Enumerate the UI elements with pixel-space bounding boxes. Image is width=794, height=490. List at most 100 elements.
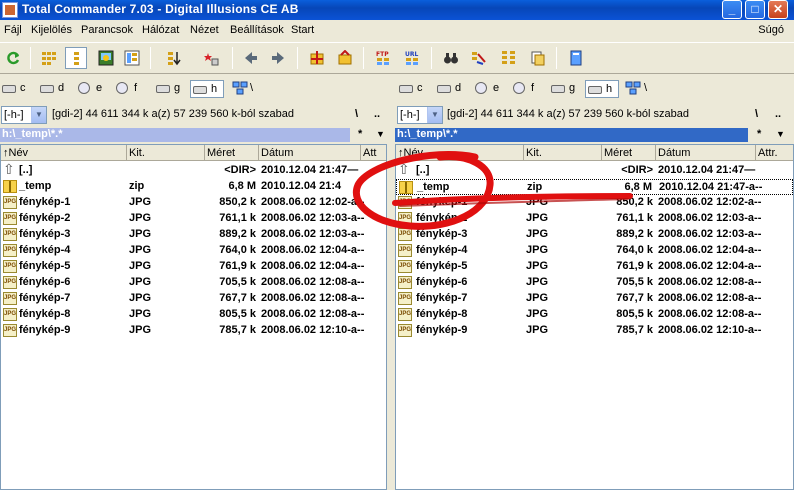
column-date[interactable]: Dátum	[259, 145, 361, 161]
column-attr[interactable]: Att	[361, 145, 386, 161]
chevron-down-icon[interactable]: ▼	[776, 129, 785, 139]
drive-f[interactable]: f	[114, 80, 148, 98]
left-path[interactable]: h:\_temp\*.*	[0, 128, 350, 142]
left-drive-combo[interactable]: [-h-] ▼	[1, 106, 47, 124]
file-row[interactable]: fénykép-8 JPG 805,5 k 2008.06.02 12:08-a--	[396, 307, 793, 323]
file-row[interactable]: _temp zip 6,8 M 2010.12.04 21:47-a--	[396, 179, 793, 195]
drive-d[interactable]: d	[38, 80, 72, 98]
file-row[interactable]: fénykép-7 JPG 767,7 k 2008.06.02 12:08-a--	[396, 291, 793, 307]
column-size[interactable]: Méret	[602, 145, 656, 161]
network-icon[interactable]	[232, 81, 248, 95]
right-path[interactable]: h:\_temp\*.*	[395, 128, 748, 142]
drive-g[interactable]: g	[154, 80, 188, 98]
left-root-button[interactable]: \	[355, 108, 358, 120]
right-drive-combo[interactable]: [-h-] ▼	[397, 106, 443, 124]
network-label[interactable]: \	[250, 82, 253, 100]
tree-view-button[interactable]	[121, 47, 143, 69]
file-row[interactable]: [..] <DIR> 2010.12.04 21:47—	[1, 161, 386, 179]
file-row[interactable]: fénykép-2 JPG 761,1 k 2008.06.02 12:03-a--	[396, 211, 793, 227]
menu-mark[interactable]: Kijelölés	[31, 24, 72, 36]
file-row[interactable]: fénykép-6 JPG 705,5 k 2008.06.02 12:08-a--	[1, 275, 386, 291]
file-row[interactable]: fénykép-1 JPG 850,2 k 2008.06.02 12:02-a--	[396, 195, 793, 211]
drive-e[interactable]: e	[473, 80, 507, 98]
sort-button[interactable]	[163, 47, 185, 69]
file-row[interactable]: fénykép-6 JPG 705,5 k 2008.06.02 12:08-a--	[396, 275, 793, 291]
file-row[interactable]: fénykép-2 JPG 761,1 k 2008.06.02 12:03-a--	[1, 211, 386, 227]
pack-button[interactable]	[306, 47, 328, 69]
left-parent-button[interactable]: ..	[374, 108, 380, 120]
file-row[interactable]: [..] <DIR> 2010.12.04 21:47—	[396, 161, 793, 179]
file-name: fénykép-6	[416, 276, 468, 288]
find-button[interactable]	[440, 47, 462, 69]
file-row[interactable]: fénykép-1 JPG 850,2 k 2008.06.02 12:02-a--	[1, 195, 386, 211]
refresh-button[interactable]	[2, 47, 24, 69]
drive-c[interactable]: c	[0, 80, 34, 98]
maximize-button[interactable]: □	[745, 0, 765, 19]
jpg-file-icon	[398, 276, 412, 289]
compare-button[interactable]	[527, 47, 549, 69]
file-row[interactable]: fénykép-3 JPG 889,2 k 2008.06.02 12:03-a--	[396, 227, 793, 243]
chevron-down-icon[interactable]: ▼	[31, 107, 46, 123]
multi-rename-button[interactable]	[468, 47, 490, 69]
file-row[interactable]: fénykép-5 JPG 761,9 k 2008.06.02 12:04-a--	[396, 259, 793, 275]
file-row[interactable]: fénykép-4 JPG 764,0 k 2008.06.02 12:04-a--	[396, 243, 793, 259]
file-row[interactable]: fénykép-5 JPG 761,9 k 2008.06.02 12:04-a--	[1, 259, 386, 275]
file-row[interactable]: fénykép-3 JPG 889,2 k 2008.06.02 12:03-a--	[1, 227, 386, 243]
menu-help[interactable]: Súgó	[758, 24, 784, 36]
menu-view[interactable]: Nézet	[190, 24, 219, 36]
network-label[interactable]: \	[644, 82, 647, 100]
panel-divider[interactable]	[387, 144, 395, 490]
forward-button[interactable]	[267, 47, 289, 69]
file-row[interactable]: _temp zip 6,8 M 2010.12.04 21:4	[1, 179, 386, 195]
chevron-down-icon[interactable]: ▼	[376, 129, 385, 139]
filter-button[interactable]	[200, 47, 222, 69]
drive-g[interactable]: g	[549, 80, 583, 98]
menu-configuration[interactable]: Beállítások	[230, 24, 284, 36]
thumbnail-view-button[interactable]	[95, 47, 117, 69]
sync-dirs-button[interactable]	[498, 47, 520, 69]
file-row[interactable]: fénykép-4 JPG 764,0 k 2008.06.02 12:04-a--	[1, 243, 386, 259]
file-row[interactable]: fénykép-9 JPG 785,7 k 2008.06.02 12:10-a--	[396, 323, 793, 339]
column-name[interactable]: ↑Név	[1, 145, 127, 161]
menu-file[interactable]: Fájl	[4, 24, 22, 36]
menu-net[interactable]: Hálózat	[142, 24, 179, 36]
chevron-down-icon[interactable]: ▼	[427, 107, 442, 123]
file-row[interactable]: fénykép-7 JPG 767,7 k 2008.06.02 12:08-a--	[1, 291, 386, 307]
ftp-connect-button[interactable]: FTP	[372, 47, 394, 69]
left-file-panel[interactable]: ↑Név Kit. Méret Dátum Att [..] <DIR> 2010.…	[0, 144, 387, 490]
close-button[interactable]: ✕	[768, 0, 788, 19]
drive-h[interactable]: h	[585, 80, 619, 98]
brief-view-button[interactable]	[38, 47, 60, 69]
jpg-file-icon	[398, 244, 412, 257]
drive-h[interactable]: h	[190, 80, 224, 98]
network-icon[interactable]	[625, 81, 641, 95]
drive-e[interactable]: e	[76, 80, 110, 98]
column-size[interactable]: Méret	[205, 145, 259, 161]
right-parent-button[interactable]: ..	[775, 108, 781, 120]
notepad-button[interactable]	[565, 47, 587, 69]
column-ext[interactable]: Kit.	[524, 145, 602, 161]
app-icon[interactable]	[2, 2, 18, 18]
column-date[interactable]: Dátum	[656, 145, 756, 161]
column-attr[interactable]: Attr.	[756, 145, 793, 161]
full-view-button[interactable]	[65, 47, 87, 69]
drive-d[interactable]: d	[435, 80, 469, 98]
right-history-button[interactable]: *	[757, 128, 761, 140]
file-size: <DIR>	[621, 164, 653, 176]
left-history-button[interactable]: *	[358, 128, 362, 140]
menu-start[interactable]: Start	[291, 24, 314, 36]
back-button[interactable]	[240, 47, 262, 69]
file-row[interactable]: fénykép-8 JPG 805,5 k 2008.06.02 12:08-a--	[1, 307, 386, 323]
right-file-panel[interactable]: ↑Név Kit. Méret Dátum Attr. [..] <DIR> 201…	[395, 144, 794, 490]
minimize-button[interactable]: _	[722, 0, 742, 19]
drive-f[interactable]: f	[511, 80, 545, 98]
url-connect-button[interactable]: URL	[401, 47, 423, 69]
file-row[interactable]: fénykép-9 JPG 785,7 k 2008.06.02 12:10-a--	[1, 323, 386, 339]
drive-c[interactable]: c	[397, 80, 431, 98]
menu-commands[interactable]: Parancsok	[81, 24, 133, 36]
unpack-button[interactable]	[334, 47, 356, 69]
column-name[interactable]: ↑Név	[396, 145, 524, 161]
column-ext[interactable]: Kit.	[127, 145, 205, 161]
file-ext: JPG	[129, 324, 152, 336]
right-root-button[interactable]: \	[755, 108, 758, 120]
